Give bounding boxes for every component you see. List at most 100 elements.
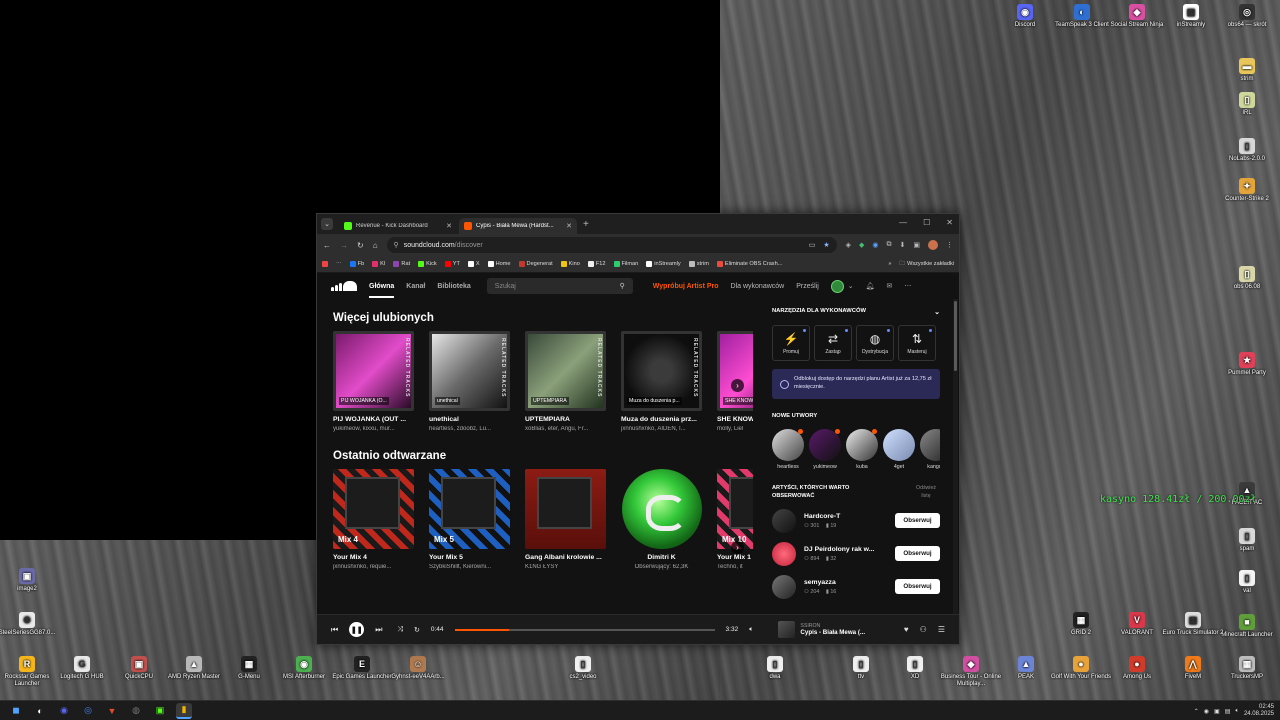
- scrollbar-thumb[interactable]: [954, 301, 957, 371]
- pause-button[interactable]: ❚❚: [349, 622, 365, 637]
- site-info-icon[interactable]: ⚲: [394, 241, 399, 249]
- notifications-icon[interactable]: 🔔︎: [866, 282, 875, 290]
- home-icon[interactable]: ⌂: [373, 241, 378, 250]
- desktop-icon[interactable]: ▣ QuickCPU: [108, 656, 170, 681]
- follow-button[interactable]: Obserwuj: [895, 513, 940, 528]
- bookmark-item[interactable]: Home: [487, 261, 511, 267]
- puzzle-icon[interactable]: ⧉: [887, 241, 892, 249]
- playlist-card[interactable]: Mix 5 Your Mix 5 SzybkiShillt, Kierowni...: [429, 469, 510, 570]
- desktop-icon[interactable]: ▯ val: [1216, 570, 1278, 595]
- taskbar-app-icon[interactable]: ◎: [80, 703, 96, 719]
- bookmark-item[interactable]: strim: [688, 261, 709, 267]
- playlist-subtitle[interactable]: SzybkiShillt, Kierowni...: [429, 564, 510, 570]
- track-artists[interactable]: heartless, zdoobz, Lu...: [429, 426, 510, 432]
- carousel-next-icon[interactable]: ›: [731, 541, 744, 554]
- close-window-icon[interactable]: ✕: [946, 218, 953, 227]
- playlist-card[interactable]: Gang Albani krolowie ... K1NG ŁYSY: [525, 469, 606, 570]
- bookmark-item[interactable]: Kino: [560, 261, 580, 267]
- desktop-icon[interactable]: ▬ strim: [1216, 58, 1278, 83]
- now-playing[interactable]: SSIRON Cypis - Biała Mewa (...: [778, 621, 878, 638]
- previous-icon[interactable]: ⏮: [331, 625, 338, 635]
- desktop-icon[interactable]: ■ Minecraft Launcher: [1216, 614, 1278, 639]
- cast-icon[interactable]: ▭: [809, 241, 816, 249]
- desktop-icon[interactable]: ▦ TruckersMP: [1216, 656, 1278, 681]
- desktop-icon[interactable]: ▦ G-Menu: [218, 656, 280, 681]
- artist-tools-header[interactable]: NARZĘDZIA DLA WYKONAWCÓW ⌄: [772, 308, 940, 316]
- chevron-down-icon[interactable]: ⌄: [934, 308, 940, 316]
- desktop-icon[interactable]: ☺ Gyhnst-eeV4AArb...: [387, 656, 449, 681]
- track-artwork[interactable]: PIJ WOJANKA (O... RELATED TRACKS: [333, 331, 414, 411]
- playlist-card[interactable]: Mix 4 Your Mix 4 jxnnushxnko, requie...: [333, 469, 414, 570]
- more-icon[interactable]: ⋯: [904, 282, 911, 290]
- nav-feed[interactable]: Kanał: [406, 283, 425, 290]
- bookmark-more-icon[interactable]: ⋯: [336, 261, 342, 267]
- track-title[interactable]: PIJ WOJANKA (OUT ...: [333, 416, 414, 423]
- playlist-artwork[interactable]: Mix 10: [717, 469, 753, 549]
- tray-icon[interactable]: ◉: [1204, 708, 1209, 715]
- playlist-title[interactable]: Your Mix 5: [429, 554, 510, 561]
- playlist-subtitle[interactable]: Techno, it: [717, 564, 753, 570]
- artist-name[interactable]: semyazza: [804, 579, 895, 586]
- desktop-icon[interactable]: ▣ image2: [0, 568, 58, 593]
- close-tab-icon[interactable]: ✕: [446, 222, 452, 230]
- menu-dots-icon[interactable]: ⋮: [946, 241, 953, 249]
- carousel-next-icon[interactable]: ›: [731, 379, 744, 392]
- track-artwork[interactable]: unethical RELATED TRACKS: [429, 331, 510, 411]
- download-icon[interactable]: ⬇: [900, 241, 906, 249]
- desktop-icon[interactable]: ◉ MSI Afterburner: [273, 656, 335, 681]
- track-card[interactable]: PIJ WOJANKA (O... RELATED TRACKS PIJ WOJAN…: [333, 331, 414, 432]
- refresh-list-link[interactable]: Odśwież listę: [912, 484, 940, 500]
- forward-icon[interactable]: →: [340, 241, 348, 250]
- desktop-icon[interactable]: ● Golf With Your Friends: [1050, 656, 1112, 681]
- user-avatar[interactable]: [830, 279, 844, 293]
- track-artists[interactable]: yukimeow, kixxu, mur...: [333, 426, 414, 432]
- minimize-icon[interactable]: —: [899, 218, 907, 227]
- bookmark-item[interactable]: Filman: [613, 261, 638, 267]
- artist-pro-link[interactable]: Wypróbuj Artist Pro: [653, 283, 719, 290]
- bookmark-item[interactable]: Rat: [393, 261, 410, 267]
- desktop-icon[interactable]: ● Among Us: [1106, 656, 1168, 681]
- new-track-item[interactable]: yukimeow: [809, 429, 841, 470]
- desktop-icon[interactable]: ▯ NoLabs-2.0.0: [1216, 138, 1278, 163]
- bookmark-item[interactable]: YT: [444, 261, 460, 267]
- bookmark-item[interactable]: Fb: [349, 261, 364, 267]
- follow-button[interactable]: Obserwuj: [895, 546, 940, 561]
- desktop-icon[interactable]: ★ Pummel Party: [1216, 352, 1278, 377]
- playlist-title[interactable]: Your Mix 1: [717, 554, 753, 561]
- bookmarks-overflow-icon[interactable]: »: [888, 261, 891, 267]
- desktop-icon[interactable]: ⚙ SteelSeriesGG87.0...: [0, 612, 58, 637]
- volume-icon[interactable]: 🔈︎: [749, 626, 753, 634]
- track-card[interactable]: UPTEMPIARA RELATED TRACKS UPTEMPIARA xoBlia…: [525, 331, 606, 432]
- desktop-icon[interactable]: ⋀ FiveM: [1162, 656, 1224, 681]
- desktop-icon[interactable]: ▯ XD: [884, 656, 946, 681]
- desktop-icon[interactable]: ▯ dwa: [744, 656, 806, 681]
- track-artwork[interactable]: UPTEMPIARA RELATED TRACKS: [525, 331, 606, 411]
- soundcloud-logo-icon[interactable]: [331, 281, 357, 291]
- nav-library[interactable]: Biblioteka: [437, 283, 470, 290]
- new-track-item[interactable]: kangun: [920, 429, 940, 470]
- track-title[interactable]: Muza do duszenia prz...: [621, 416, 702, 423]
- track-title[interactable]: SHE KNOW: [717, 416, 753, 423]
- next-icon[interactable]: ⏭: [375, 625, 382, 635]
- tray-chevron-icon[interactable]: ⌃: [1194, 708, 1199, 715]
- artist-tool-3[interactable]: ⇅ Masteruj: [898, 325, 936, 361]
- playlist-subtitle[interactable]: jxnnushxnko, requie...: [333, 564, 414, 570]
- tab-kick-dashboard[interactable]: Revenue - Kick Dashboard ✕: [339, 218, 457, 234]
- desktop-icon[interactable]: ▯ IRL: [1216, 92, 1278, 117]
- desktop-icon[interactable]: ✦ Counter-Strike 2: [1216, 178, 1278, 203]
- maximize-icon[interactable]: ☐: [923, 218, 930, 227]
- track-title[interactable]: unethical: [429, 416, 510, 423]
- artist-avatar[interactable]: [772, 541, 796, 566]
- desktop-icon[interactable]: R Rockstar Games Launcher: [0, 656, 58, 688]
- repeat-icon[interactable]: ↻: [414, 626, 420, 634]
- artist-name[interactable]: DJ Peirdolony rak w...: [804, 546, 895, 553]
- page-scrollbar[interactable]: [953, 299, 958, 615]
- artist-avatar[interactable]: [772, 574, 796, 599]
- taskbar-app-icon[interactable]: ◐: [32, 703, 48, 719]
- bookmark-star-icon[interactable]: ★: [823, 241, 829, 249]
- desktop-icon[interactable]: ▲ PEAK: [995, 656, 1057, 681]
- desktop-icon[interactable]: ▯ obs 06.08: [1216, 266, 1278, 291]
- artist-tool-0[interactable]: ⚡ Promuj: [772, 325, 810, 361]
- desktop-icon[interactable]: ◐ TeamSpeak 3 Client: [1051, 4, 1113, 29]
- for-artists-link[interactable]: Dla wykonawców: [731, 283, 785, 290]
